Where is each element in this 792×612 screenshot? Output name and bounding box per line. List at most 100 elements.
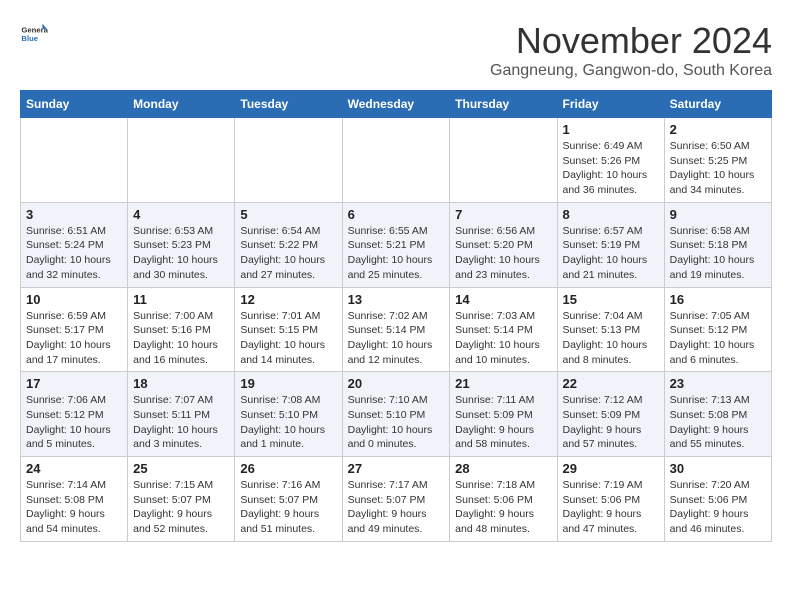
calendar-cell: 30 Sunrise: 7:20 AM Sunset: 5:06 PM Dayli… (664, 457, 771, 542)
calendar-cell (128, 118, 235, 203)
day-number: 26 (240, 461, 336, 476)
header: General Blue November 2024 Gangneung, Ga… (20, 20, 772, 80)
col-sunday: Sunday (21, 91, 128, 118)
calendar-week-row: 24 Sunrise: 7:14 AM Sunset: 5:08 PM Dayli… (21, 457, 772, 542)
calendar-cell: 23 Sunrise: 7:13 AM Sunset: 5:08 PM Dayli… (664, 372, 771, 457)
day-info: Sunrise: 7:08 AM Sunset: 5:10 PM Dayligh… (240, 393, 336, 452)
day-number: 6 (348, 207, 445, 222)
day-number: 12 (240, 292, 336, 307)
calendar-cell: 14 Sunrise: 7:03 AM Sunset: 5:14 PM Dayli… (450, 287, 557, 372)
title-section: November 2024 Gangneung, Gangwon-do, Sou… (490, 20, 772, 80)
day-number: 21 (455, 376, 551, 391)
calendar-cell: 25 Sunrise: 7:15 AM Sunset: 5:07 PM Dayli… (128, 457, 235, 542)
calendar-cell: 26 Sunrise: 7:16 AM Sunset: 5:07 PM Dayli… (235, 457, 342, 542)
month-title: November 2024 (490, 20, 772, 62)
calendar-cell: 19 Sunrise: 7:08 AM Sunset: 5:10 PM Dayli… (235, 372, 342, 457)
col-saturday: Saturday (664, 91, 771, 118)
day-number: 2 (670, 122, 766, 137)
day-number: 25 (133, 461, 229, 476)
calendar-cell: 27Sunrise: 7:17 AM Sunset: 5:07 PM Dayli… (342, 457, 450, 542)
calendar-cell (342, 118, 450, 203)
calendar-cell: 9 Sunrise: 6:58 AM Sunset: 5:18 PM Daylig… (664, 202, 771, 287)
day-number: 10 (26, 292, 122, 307)
calendar-cell: 5Sunrise: 6:54 AM Sunset: 5:22 PM Daylig… (235, 202, 342, 287)
day-info: Sunrise: 6:51 AM Sunset: 5:24 PM Dayligh… (26, 224, 122, 283)
day-number: 3 (26, 207, 122, 222)
calendar-cell: 24 Sunrise: 7:14 AM Sunset: 5:08 PM Dayli… (21, 457, 128, 542)
calendar-week-row: 17 Sunrise: 7:06 AM Sunset: 5:12 PM Dayli… (21, 372, 772, 457)
day-info: Sunrise: 6:59 AM Sunset: 5:17 PM Dayligh… (26, 309, 122, 368)
calendar-cell: 3 Sunrise: 6:51 AM Sunset: 5:24 PM Daylig… (21, 202, 128, 287)
calendar-cell: 11 Sunrise: 7:00 AM Sunset: 5:16 PM Dayli… (128, 287, 235, 372)
day-number: 11 (133, 292, 229, 307)
calendar-cell: 20Sunrise: 7:10 AM Sunset: 5:10 PM Dayli… (342, 372, 450, 457)
day-info: Sunrise: 7:20 AM Sunset: 5:06 PM Dayligh… (670, 478, 766, 537)
calendar-header-row: Sunday Monday Tuesday Wednesday Thursday… (21, 91, 772, 118)
day-info: Sunrise: 7:04 AM Sunset: 5:13 PM Dayligh… (563, 309, 659, 368)
day-info: Sunrise: 7:02 AM Sunset: 5:14 PM Dayligh… (348, 309, 445, 368)
calendar-table: Sunday Monday Tuesday Wednesday Thursday… (20, 90, 772, 542)
day-number: 23 (670, 376, 766, 391)
day-number: 24 (26, 461, 122, 476)
col-friday: Friday (557, 91, 664, 118)
calendar-cell: 28 Sunrise: 7:18 AM Sunset: 5:06 PM Dayli… (450, 457, 557, 542)
logo: General Blue (20, 20, 48, 48)
day-info: Sunrise: 6:49 AM Sunset: 5:26 PM Dayligh… (563, 139, 659, 198)
location-title: Gangneung, Gangwon-do, South Korea (490, 62, 772, 80)
day-info: Sunrise: 6:58 AM Sunset: 5:18 PM Dayligh… (670, 224, 766, 283)
day-number: 9 (670, 207, 766, 222)
day-info: Sunrise: 7:10 AM Sunset: 5:10 PM Dayligh… (348, 393, 445, 452)
day-number: 18 (133, 376, 229, 391)
day-number: 28 (455, 461, 551, 476)
day-number: 17 (26, 376, 122, 391)
day-info: Sunrise: 7:13 AM Sunset: 5:08 PM Dayligh… (670, 393, 766, 452)
day-info: Sunrise: 7:07 AM Sunset: 5:11 PM Dayligh… (133, 393, 229, 452)
day-info: Sunrise: 7:06 AM Sunset: 5:12 PM Dayligh… (26, 393, 122, 452)
day-number: 14 (455, 292, 551, 307)
day-info: Sunrise: 6:57 AM Sunset: 5:19 PM Dayligh… (563, 224, 659, 283)
calendar-cell: 29Sunrise: 7:19 AM Sunset: 5:06 PM Dayli… (557, 457, 664, 542)
col-thursday: Thursday (450, 91, 557, 118)
calendar-cell: 12 Sunrise: 7:01 AM Sunset: 5:15 PM Dayli… (235, 287, 342, 372)
day-info: Sunrise: 6:56 AM Sunset: 5:20 PM Dayligh… (455, 224, 551, 283)
calendar-cell (450, 118, 557, 203)
col-wednesday: Wednesday (342, 91, 450, 118)
calendar-cell: 2 Sunrise: 6:50 AM Sunset: 5:25 PM Daylig… (664, 118, 771, 203)
day-info: Sunrise: 7:00 AM Sunset: 5:16 PM Dayligh… (133, 309, 229, 368)
col-tuesday: Tuesday (235, 91, 342, 118)
day-info: Sunrise: 7:01 AM Sunset: 5:15 PM Dayligh… (240, 309, 336, 368)
day-info: Sunrise: 7:17 AM Sunset: 5:07 PM Dayligh… (348, 478, 445, 537)
calendar-cell: 21 Sunrise: 7:11 AM Sunset: 5:09 PM Dayli… (450, 372, 557, 457)
calendar-cell: 22Sunrise: 7:12 AM Sunset: 5:09 PM Dayli… (557, 372, 664, 457)
calendar-cell: 13 Sunrise: 7:02 AM Sunset: 5:14 PM Dayli… (342, 287, 450, 372)
day-info: Sunrise: 6:50 AM Sunset: 5:25 PM Dayligh… (670, 139, 766, 198)
calendar-cell: 6 Sunrise: 6:55 AM Sunset: 5:21 PM Daylig… (342, 202, 450, 287)
col-monday: Monday (128, 91, 235, 118)
calendar-cell (21, 118, 128, 203)
day-info: Sunrise: 7:18 AM Sunset: 5:06 PM Dayligh… (455, 478, 551, 537)
page-container: General Blue November 2024 Gangneung, Ga… (20, 20, 772, 542)
day-info: Sunrise: 7:14 AM Sunset: 5:08 PM Dayligh… (26, 478, 122, 537)
day-info: Sunrise: 7:11 AM Sunset: 5:09 PM Dayligh… (455, 393, 551, 452)
day-info: Sunrise: 7:15 AM Sunset: 5:07 PM Dayligh… (133, 478, 229, 537)
day-info: Sunrise: 7:05 AM Sunset: 5:12 PM Dayligh… (670, 309, 766, 368)
calendar-cell (235, 118, 342, 203)
calendar-week-row: 1 Sunrise: 6:49 AM Sunset: 5:26 PM Daylig… (21, 118, 772, 203)
calendar-cell: 8Sunrise: 6:57 AM Sunset: 5:19 PM Daylig… (557, 202, 664, 287)
calendar-cell: 15Sunrise: 7:04 AM Sunset: 5:13 PM Dayli… (557, 287, 664, 372)
day-info: Sunrise: 6:55 AM Sunset: 5:21 PM Dayligh… (348, 224, 445, 283)
day-number: 19 (240, 376, 336, 391)
day-info: Sunrise: 7:03 AM Sunset: 5:14 PM Dayligh… (455, 309, 551, 368)
calendar-cell: 7Sunrise: 6:56 AM Sunset: 5:20 PM Daylig… (450, 202, 557, 287)
calendar-cell: 17 Sunrise: 7:06 AM Sunset: 5:12 PM Dayli… (21, 372, 128, 457)
calendar-cell: 16Sunrise: 7:05 AM Sunset: 5:12 PM Dayli… (664, 287, 771, 372)
day-number: 29 (563, 461, 659, 476)
logo-icon: General Blue (20, 20, 48, 48)
calendar-cell: 1 Sunrise: 6:49 AM Sunset: 5:26 PM Daylig… (557, 118, 664, 203)
day-info: Sunrise: 7:16 AM Sunset: 5:07 PM Dayligh… (240, 478, 336, 537)
calendar-cell: 4Sunrise: 6:53 AM Sunset: 5:23 PM Daylig… (128, 202, 235, 287)
day-number: 30 (670, 461, 766, 476)
day-info: Sunrise: 6:54 AM Sunset: 5:22 PM Dayligh… (240, 224, 336, 283)
day-number: 1 (563, 122, 659, 137)
day-number: 13 (348, 292, 445, 307)
